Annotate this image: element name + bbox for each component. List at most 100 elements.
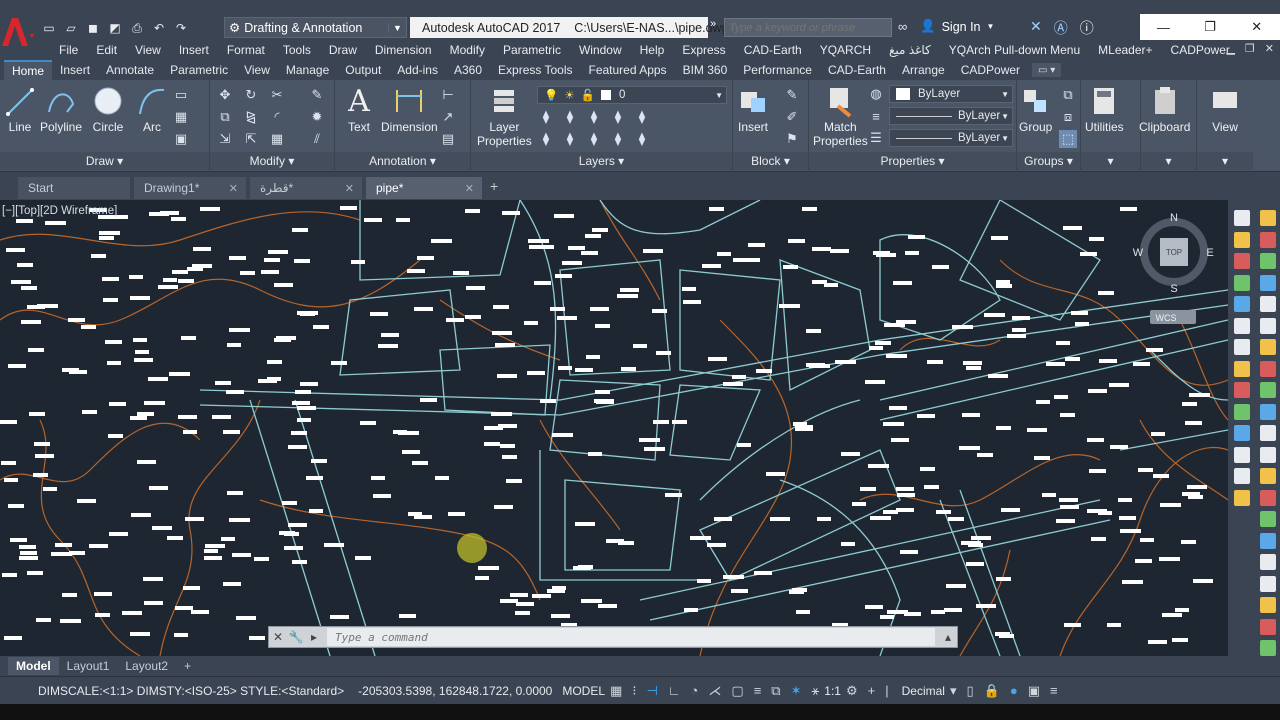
model-space-toggle[interactable]: MODEL	[562, 684, 605, 698]
save-icon[interactable]: ◼	[84, 20, 102, 36]
annotation-panel-title[interactable]: Annotation ▾	[335, 152, 470, 170]
layer-properties-button[interactable]: Layer Properties	[477, 84, 532, 148]
tool-palette-icon[interactable]	[1260, 575, 1276, 592]
leader-icon[interactable]: ↗	[439, 108, 457, 126]
view-button[interactable]: View	[1209, 84, 1241, 134]
ungroup-icon[interactable]: ⧉	[1059, 86, 1077, 104]
osnap-icon[interactable]: ▢	[731, 683, 743, 699]
tool-palette-icon[interactable]	[1234, 468, 1250, 484]
tab-arrange[interactable]: Arrange	[894, 60, 953, 80]
minimize-icon[interactable]: ▁	[1226, 42, 1234, 55]
tool-palette-icon[interactable]	[1260, 554, 1276, 570]
menu-dimension[interactable]: Dimension	[366, 43, 441, 57]
tool-palette-icon[interactable]	[1260, 339, 1276, 355]
utilities-button[interactable]: Utilities	[1085, 84, 1124, 134]
tool-palette-icon[interactable]	[1260, 317, 1276, 334]
match-properties-button[interactable]: Match Properties	[813, 84, 868, 148]
menu-cad-earth[interactable]: CAD-Earth	[735, 43, 811, 57]
tool-palette-icon[interactable]	[1234, 382, 1250, 398]
color-dropdown[interactable]: ByLayer ▼	[889, 85, 1013, 103]
layer-tool-icon[interactable]: ⧫	[561, 130, 579, 148]
modify-panel-title[interactable]: Modify ▾	[210, 152, 334, 170]
menu-format[interactable]: Format	[218, 43, 274, 57]
stretch-icon[interactable]: ⇲	[216, 130, 234, 148]
polyline-button[interactable]: Polyline	[40, 84, 82, 134]
tool-palette-icon[interactable]	[1260, 403, 1276, 420]
customize-icon[interactable]: ≡	[1050, 683, 1058, 698]
explode-icon[interactable]: ✹	[308, 108, 326, 126]
autocad-logo-icon[interactable]	[0, 14, 36, 48]
chevron-down-icon[interactable]: ▾	[950, 683, 957, 699]
clipboard-panel-title[interactable]: ▾	[1141, 152, 1196, 170]
annotation-scale[interactable]: 1:1	[824, 684, 841, 698]
tool-palette-icon[interactable]	[1234, 339, 1250, 355]
tab-annotate[interactable]: Annotate	[98, 60, 162, 80]
edit-block-icon[interactable]: ✐	[783, 108, 801, 126]
menu-help[interactable]: Help	[631, 43, 674, 57]
rectangle-icon[interactable]: ▭	[172, 86, 190, 104]
menu-view[interactable]: View	[126, 43, 170, 57]
close-icon[interactable]: ✕	[345, 182, 354, 195]
tool-palette-icon[interactable]	[1260, 489, 1276, 506]
command-input[interactable]	[327, 628, 935, 646]
annotation-visibility-icon[interactable]: ✶	[791, 683, 802, 699]
polar-icon[interactable]: ◔	[691, 683, 699, 698]
menu-arabic[interactable]: كاغذ ميغ	[880, 43, 940, 57]
menu-mleader[interactable]: MLeader+	[1089, 43, 1161, 57]
layer-tool-icon[interactable]: ⧫	[633, 108, 651, 126]
isodraft-icon[interactable]: ⋌	[708, 683, 721, 699]
tab-layout1[interactable]: Layout1	[59, 657, 118, 675]
array-icon[interactable]: ▦	[268, 130, 286, 148]
transparency-icon[interactable]: ⧉	[771, 683, 780, 699]
tool-palette-icon[interactable]	[1260, 425, 1276, 441]
layer-tool-icon[interactable]: ⧫	[609, 130, 627, 148]
layer-tool-icon[interactable]: ⧫	[537, 130, 555, 148]
layer-tool-icon[interactable]: ⧫	[585, 130, 603, 148]
arc-button[interactable]: Arc	[136, 84, 168, 134]
quick-properties-icon[interactable]: ▯	[967, 683, 974, 699]
tab-featured-apps[interactable]: Featured Apps	[581, 60, 675, 80]
layer-dropdown[interactable]: 💡 ☀ 🔓 0 ▼	[537, 86, 727, 104]
isolate-icon[interactable]: ●	[1010, 683, 1018, 698]
tool-palette-icon[interactable]	[1234, 296, 1250, 312]
dimension-button[interactable]: Dimension	[381, 84, 438, 134]
table-icon[interactable]: ▤	[439, 130, 457, 148]
tab-insert[interactable]: Insert	[52, 60, 98, 80]
snap-icon[interactable]: ⁝	[632, 683, 636, 699]
auto-scale-icon[interactable]: ⚹	[811, 683, 819, 699]
layers-panel-title[interactable]: Layers ▾	[471, 152, 732, 170]
tab-model[interactable]: Model	[8, 657, 59, 675]
trim-icon[interactable]: ✂	[268, 86, 286, 104]
add-layout-icon[interactable]: +	[176, 657, 199, 675]
ribbon-toggle-button[interactable]: ▭ ▾	[1032, 63, 1062, 77]
coordinates-readout[interactable]: -205303.5398, 162848.1722, 0.0000	[358, 684, 552, 698]
exchange-icon[interactable]: ✕	[1030, 18, 1042, 38]
units-dropdown[interactable]: Decimal	[902, 684, 945, 698]
tool-palette-icon[interactable]	[1260, 511, 1276, 527]
plus-icon[interactable]: +	[868, 683, 876, 698]
scale-icon[interactable]: ⇱	[242, 130, 260, 148]
tab-cad-earth[interactable]: CAD-Earth	[820, 60, 894, 80]
sign-in-button[interactable]: 👤 Sign In ▼	[920, 19, 994, 34]
mirror-icon[interactable]: ⧎	[242, 108, 260, 126]
close-icon[interactable]: ✕	[465, 182, 474, 195]
tab-a360[interactable]: A360	[446, 60, 490, 80]
menu-draw[interactable]: Draw	[320, 43, 366, 57]
file-tab-drawing1[interactable]: Drawing1* ✕	[134, 177, 246, 199]
file-tab-pipe[interactable]: pipe* ✕	[366, 177, 482, 199]
binoculars-icon[interactable]: ∞	[898, 19, 907, 34]
menu-express[interactable]: Express	[673, 43, 734, 57]
tab-output[interactable]: Output	[337, 60, 389, 80]
wrench-icon[interactable]: 🔧	[287, 630, 305, 644]
open-file-icon[interactable]: ▱	[62, 20, 80, 36]
viewport-controls[interactable]: [−][Top][2D Wireframe]	[2, 205, 117, 217]
tab-cadpower[interactable]: CADPower	[953, 60, 1028, 80]
layer-tool-icon[interactable]: ⧫	[561, 108, 579, 126]
file-tab-start[interactable]: Start	[18, 177, 130, 199]
workspace-gear-icon[interactable]: ⚙	[846, 683, 858, 699]
tool-palette-icon[interactable]	[1260, 618, 1276, 635]
block-panel-title[interactable]: Block ▾	[733, 152, 808, 170]
chevron-right-icon[interactable]: »	[710, 18, 716, 30]
new-tab-icon[interactable]: +	[490, 178, 498, 194]
group-select-icon[interactable]: ⬚	[1059, 130, 1077, 148]
